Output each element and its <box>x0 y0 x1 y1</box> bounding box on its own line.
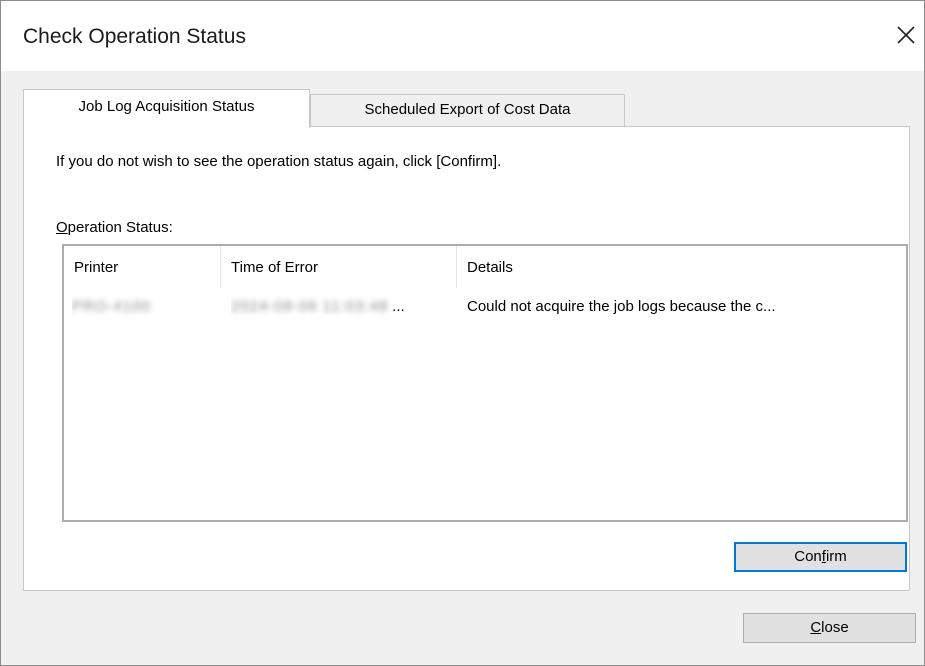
close-icon-glyph <box>897 26 915 44</box>
list-row[interactable]: PRO-4100 2024-08-06 11:03:48... Could no… <box>64 290 906 324</box>
tab-panel: If you do not wish to see the operation … <box>23 126 910 591</box>
title-bar: Check Operation Status <box>1 1 924 71</box>
tab-strip: Job Log Acquisition Status Scheduled Exp… <box>23 89 903 128</box>
close-label-post: lose <box>821 619 849 636</box>
operation-status-list[interactable]: Printer Time of Error Details PRO-4100 2… <box>62 244 908 522</box>
close-button[interactable]: Close <box>743 613 916 643</box>
operation-status-label: Operation Status: <box>56 219 173 236</box>
confirm-label-post: irm <box>825 548 847 565</box>
info-text: If you do not wish to see the operation … <box>56 153 502 170</box>
tab-job-log-acquisition-status[interactable]: Job Log Acquisition Status <box>23 89 310 128</box>
list-header: Printer Time of Error Details <box>64 246 906 288</box>
close-label-accel: C <box>810 619 822 636</box>
tab-scheduled-export-of-cost-data[interactable]: Scheduled Export of Cost Data <box>310 94 625 126</box>
column-header-time-of-error[interactable]: Time of Error <box>221 246 457 288</box>
operation-status-label-accel: O <box>56 219 68 236</box>
time-of-error-value-redacted: 2024-08-06 11:03:48 <box>231 298 389 315</box>
confirm-button[interactable]: Confirm <box>734 542 907 572</box>
column-header-details[interactable]: Details <box>457 246 906 288</box>
cell-time-of-error: 2024-08-06 11:03:48... <box>231 290 451 324</box>
cell-details: Could not acquire the job logs because t… <box>467 298 776 315</box>
operation-status-label-rest: peration Status: <box>67 219 173 236</box>
dialog-window: Check Operation Status Job Log Acquisiti… <box>0 0 925 666</box>
window-title: Check Operation Status <box>23 25 246 48</box>
column-header-printer[interactable]: Printer <box>64 246 221 288</box>
printer-value-redacted: PRO-4100 <box>72 298 151 315</box>
ellipsis: ... <box>392 298 405 315</box>
cell-printer: PRO-4100 <box>72 290 212 324</box>
confirm-label-pre: Con <box>794 548 822 565</box>
close-icon[interactable] <box>894 23 918 47</box>
